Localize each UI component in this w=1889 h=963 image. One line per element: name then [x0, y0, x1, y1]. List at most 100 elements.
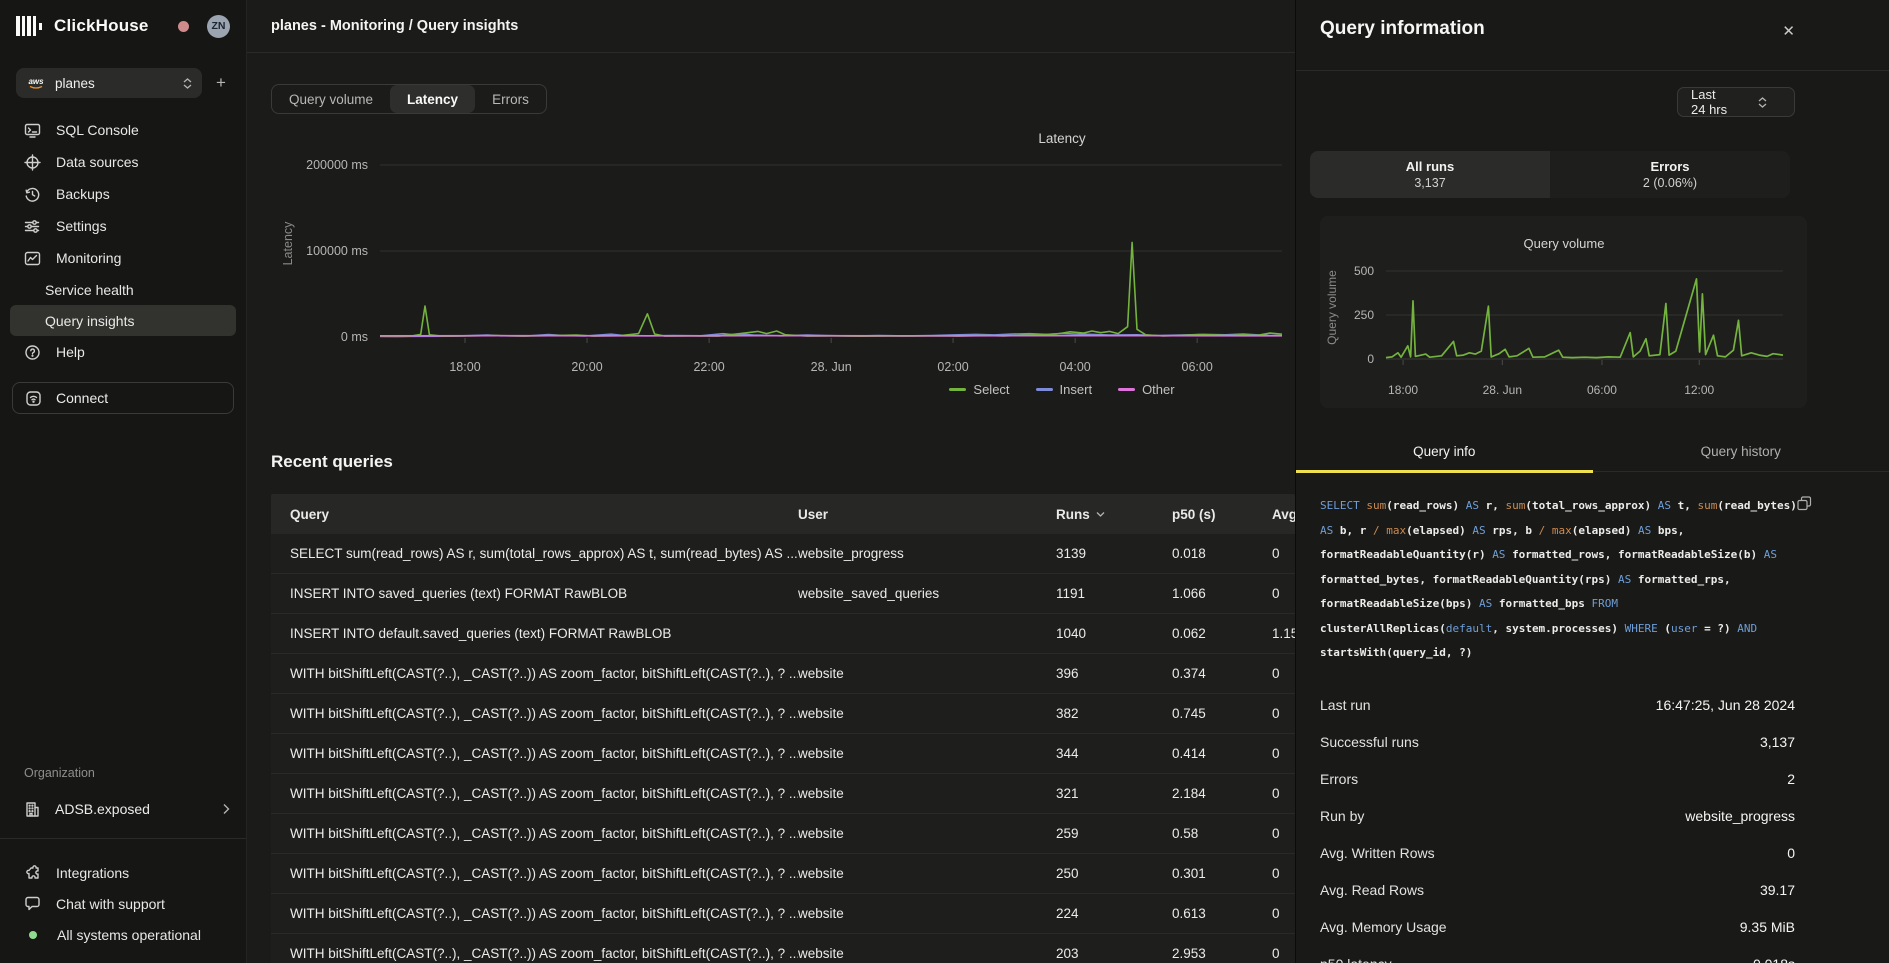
sidebar-item-data-sources[interactable]: Data sources — [0, 146, 246, 178]
connect-label: Connect — [56, 390, 108, 406]
stat-value: 9.35 MiB — [1740, 919, 1795, 935]
svg-text:100000 ms: 100000 ms — [306, 244, 368, 258]
chat-bubble-icon — [24, 895, 41, 912]
tab-query-volume[interactable]: Query volume — [272, 85, 390, 113]
sidebar-item-monitoring[interactable]: Monitoring — [0, 242, 246, 274]
legend-swatch-icon — [1118, 388, 1135, 391]
table-cell: 1.15 — [1272, 626, 1295, 641]
panel-title: Query information — [1320, 18, 1485, 40]
stats-list: Last run16:47:25, Jun 28 2024Successful … — [1320, 686, 1795, 963]
svg-text:Query volume: Query volume — [1524, 236, 1605, 251]
stat-label: Successful runs — [1320, 734, 1419, 750]
data-sources-icon — [24, 154, 41, 171]
table-row[interactable]: INSERT INTO default.saved_queries (text)… — [271, 614, 1295, 654]
table-row[interactable]: INSERT INTO saved_queries (text) FORMAT … — [271, 574, 1295, 614]
column-header-avg[interactable]: Avg. — [1272, 507, 1295, 522]
legend-label: Insert — [1060, 382, 1093, 397]
table-cell: 203 — [1056, 946, 1172, 961]
column-header-runs[interactable]: Runs — [1056, 507, 1172, 522]
table-row[interactable]: WITH bitShiftLeft(CAST(?..), _CAST(?..))… — [271, 894, 1295, 934]
table-cell: 0.58 — [1172, 826, 1272, 841]
table-row[interactable]: WITH bitShiftLeft(CAST(?..), _CAST(?..))… — [271, 814, 1295, 854]
organization-label: Organization — [0, 766, 246, 780]
table-cell: WITH bitShiftLeft(CAST(?..), _CAST(?..))… — [271, 746, 798, 761]
tab-query-info[interactable]: Query info — [1296, 432, 1593, 471]
query-information-panel: Query information ✕ Last 24 hrs All runs… — [1295, 0, 1889, 963]
table-cell: 224 — [1056, 906, 1172, 921]
column-header-query[interactable]: Query — [271, 507, 798, 522]
sidebar-item-help[interactable]: Help — [0, 336, 246, 368]
brand-name: ClickHouse — [54, 16, 149, 36]
add-service-button[interactable]: + — [212, 73, 230, 93]
query-volume-card: 025050018:0028. Jun06:0012:00Query volum… — [1320, 216, 1807, 408]
chevron-updown-icon — [183, 78, 192, 89]
table-row[interactable]: WITH bitShiftLeft(CAST(?..), _CAST(?..))… — [271, 734, 1295, 774]
page-title: planes - Monitoring / Query insights — [271, 18, 518, 34]
stat-row: Last run16:47:25, Jun 28 2024 — [1320, 686, 1795, 723]
metric-tabs: Query volume Latency Errors — [271, 84, 547, 114]
table-cell: 250 — [1056, 866, 1172, 881]
legend-item[interactable]: Insert — [1036, 382, 1093, 397]
latency-chart: 0 ms100000 ms200000 ms18:0020:0022:0028.… — [280, 120, 1282, 380]
column-header-user[interactable]: User — [798, 507, 1056, 522]
table-cell: 0.374 — [1172, 666, 1272, 681]
copy-icon[interactable] — [1797, 496, 1812, 521]
stat-row: Successful runs 3,137 — [1320, 723, 1795, 760]
stat-label: Avg. Written Rows — [1320, 845, 1435, 861]
notification-dot-icon[interactable] — [178, 21, 189, 32]
sql-code[interactable]: SELECT sum(read_rows) AS r, sum(total_ro… — [1320, 499, 1797, 659]
tab-query-history[interactable]: Query history — [1593, 432, 1889, 471]
sidebar-item-backups[interactable]: Backups — [0, 178, 246, 210]
table-cell: WITH bitShiftLeft(CAST(?..), _CAST(?..))… — [271, 666, 798, 681]
tab-errors[interactable]: Errors — [475, 85, 546, 113]
sidebar-nav: SQL Console Data sources Backups Setting… — [0, 114, 246, 414]
workspace-selector[interactable]: aws planes — [16, 68, 202, 98]
table-cell: website — [798, 786, 1056, 801]
legend-item[interactable]: Other — [1118, 382, 1175, 397]
monitoring-chart-icon — [24, 250, 41, 267]
clickhouse-logo-icon — [16, 15, 42, 37]
stat-value: 0.018s — [1753, 956, 1795, 963]
table-row[interactable]: SELECT sum(read_rows) AS r, sum(total_ro… — [271, 534, 1295, 574]
table-cell: WITH bitShiftLeft(CAST(?..), _CAST(?..))… — [271, 826, 798, 841]
table-row[interactable]: WITH bitShiftLeft(CAST(?..), _CAST(?..))… — [271, 774, 1295, 814]
sidebar-item-chat-support[interactable]: Chat with support — [0, 888, 246, 919]
main-content: planes - Monitoring / Query insights Que… — [247, 0, 1295, 963]
segment-errors[interactable]: Errors 2 (0.06%) — [1550, 151, 1790, 198]
connect-button[interactable]: Connect — [12, 382, 234, 414]
table-row[interactable]: WITH bitShiftLeft(CAST(?..), _CAST(?..))… — [271, 694, 1295, 734]
organization-selector[interactable]: ADSB.exposed — [0, 792, 246, 826]
table-cell: website_saved_queries — [798, 586, 1056, 601]
stat-label: Errors — [1320, 771, 1358, 787]
table-row[interactable]: WITH bitShiftLeft(CAST(?..), _CAST(?..))… — [271, 934, 1295, 963]
svg-text:04:00: 04:00 — [1059, 360, 1090, 374]
system-status[interactable]: All systems operational — [0, 919, 246, 950]
stat-row: Run bywebsite_progress — [1320, 797, 1795, 834]
segment-all-runs[interactable]: All runs 3,137 — [1310, 151, 1550, 198]
table-row[interactable]: WITH bitShiftLeft(CAST(?..), _CAST(?..))… — [271, 854, 1295, 894]
recent-queries-title: Recent queries — [271, 452, 393, 472]
terminal-icon — [24, 122, 41, 139]
table-cell: 0 — [1272, 826, 1295, 841]
sidebar-item-sql-console[interactable]: SQL Console — [0, 114, 246, 146]
table-cell: website — [798, 746, 1056, 761]
table-cell: 0 — [1272, 906, 1295, 921]
tab-latency[interactable]: Latency — [390, 85, 475, 113]
sidebar-item-service-health[interactable]: Service health — [10, 274, 236, 305]
legend-item[interactable]: Select — [949, 382, 1009, 397]
column-header-p50[interactable]: p50 (s) — [1172, 507, 1272, 522]
svg-text:0 ms: 0 ms — [341, 330, 368, 344]
sidebar-item-query-insights[interactable]: Query insights — [10, 305, 236, 336]
time-range-select[interactable]: Last 24 hrs — [1677, 87, 1795, 117]
close-icon[interactable]: ✕ — [1782, 22, 1795, 40]
svg-text:18:00: 18:00 — [1388, 383, 1418, 397]
page-header: planes - Monitoring / Query insights — [247, 0, 1295, 53]
stat-label: Last run — [1320, 697, 1371, 713]
avatar[interactable]: ZN — [207, 15, 230, 38]
table-cell: 0.745 — [1172, 706, 1272, 721]
sidebar-item-integrations[interactable]: Integrations — [0, 857, 246, 888]
sidebar-item-settings[interactable]: Settings — [0, 210, 246, 242]
table-row[interactable]: WITH bitShiftLeft(CAST(?..), _CAST(?..))… — [271, 654, 1295, 694]
table-cell: 1191 — [1056, 586, 1172, 601]
stat-value: 3,137 — [1760, 734, 1795, 750]
